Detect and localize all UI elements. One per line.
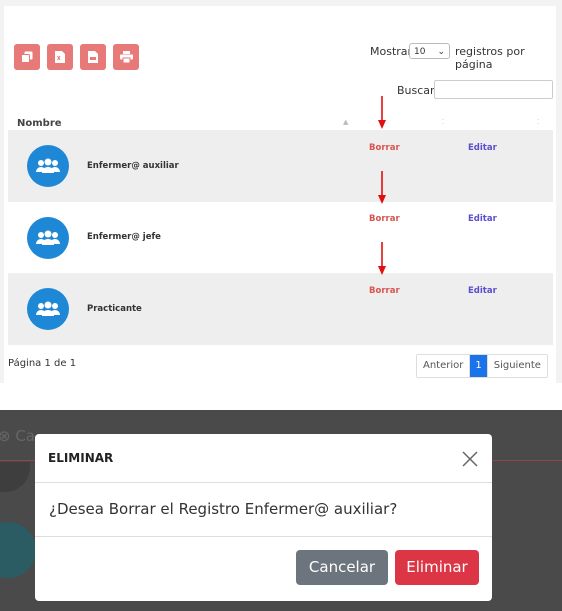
background-title: ⊗ Ca: [0, 427, 36, 445]
row-name: Practicante: [87, 304, 142, 314]
divider: [35, 482, 492, 483]
arrow-down-icon: [378, 242, 386, 275]
users-group-icon: [36, 158, 60, 173]
sort-icon[interactable]: ⁚: [537, 118, 539, 126]
table-row: Enfermer@ jefe Borrar Editar: [8, 202, 553, 274]
table-row: Enfermer@ auxiliar Borrar Editar: [8, 130, 553, 202]
copy-button[interactable]: [14, 44, 40, 70]
copy-icon: [21, 51, 33, 63]
page-info: Página 1 de 1: [8, 358, 77, 369]
sort-icon[interactable]: ▲: [343, 118, 348, 126]
delete-button[interactable]: Eliminar: [395, 550, 479, 585]
delete-confirm-modal: ELIMINAR ¿Desea Borrar el Registro Enfer…: [35, 434, 492, 601]
pagination: Anterior 1 Siguiente: [416, 354, 548, 378]
close-icon[interactable]: [460, 449, 480, 469]
pagination-previous[interactable]: Anterior: [417, 355, 470, 377]
modal-title: ELIMINAR: [48, 451, 114, 465]
delete-link[interactable]: Borrar: [369, 214, 400, 224]
users-group-icon: [36, 230, 60, 245]
modal-message: ¿Desea Borrar el Registro Enfermer@ auxi…: [49, 500, 398, 518]
column-header-nombre[interactable]: Nombre: [17, 118, 62, 129]
background-element: [0, 462, 30, 492]
divider: [35, 536, 492, 537]
table-screenshot-panel: Mostrar 10 ⌄ registros por página Buscar…: [0, 0, 562, 383]
background-element: [0, 522, 36, 578]
pagination-next[interactable]: Siguiente: [486, 355, 547, 377]
show-label: Mostrar: [370, 45, 413, 58]
avatar: [27, 145, 69, 187]
print-button[interactable]: [113, 44, 139, 70]
users-group-icon: [36, 301, 60, 316]
search-input[interactable]: [434, 80, 553, 99]
row-name: Enfermer@ auxiliar: [87, 161, 179, 171]
per-page-label: registros por página: [455, 45, 525, 71]
arrow-down-icon: [378, 96, 386, 129]
pdf-file-icon: [88, 51, 98, 63]
search-label: Buscar: [397, 84, 435, 97]
page-size-value: 10: [414, 47, 426, 57]
pagination-page[interactable]: 1: [469, 355, 487, 377]
chevron-down-icon: ⌄: [437, 47, 445, 57]
print-icon: [119, 51, 133, 63]
delete-link[interactable]: Borrar: [369, 286, 400, 296]
modal-screenshot-panel: ⊗ Ca ELIMINAR ¿Desea Borrar el Registro …: [0, 410, 562, 611]
arrow-down-icon: [378, 171, 386, 204]
sort-icon[interactable]: ⁚: [442, 118, 444, 126]
avatar: [27, 288, 69, 330]
excel-export-button[interactable]: [47, 44, 73, 70]
edit-link[interactable]: Editar: [468, 214, 497, 224]
table-row: Practicante Borrar Editar: [8, 273, 553, 345]
pdf-export-button[interactable]: [80, 44, 106, 70]
table-card: Mostrar 10 ⌄ registros por página Buscar…: [4, 6, 556, 383]
page-size-select[interactable]: 10 ⌄: [409, 43, 450, 59]
edit-link[interactable]: Editar: [468, 143, 497, 153]
row-name: Enfermer@ jefe: [87, 232, 161, 242]
cancel-button[interactable]: Cancelar: [296, 550, 388, 585]
delete-link[interactable]: Borrar: [369, 143, 400, 153]
avatar: [27, 217, 69, 259]
edit-link[interactable]: Editar: [468, 286, 497, 296]
excel-file-icon: [55, 51, 65, 63]
